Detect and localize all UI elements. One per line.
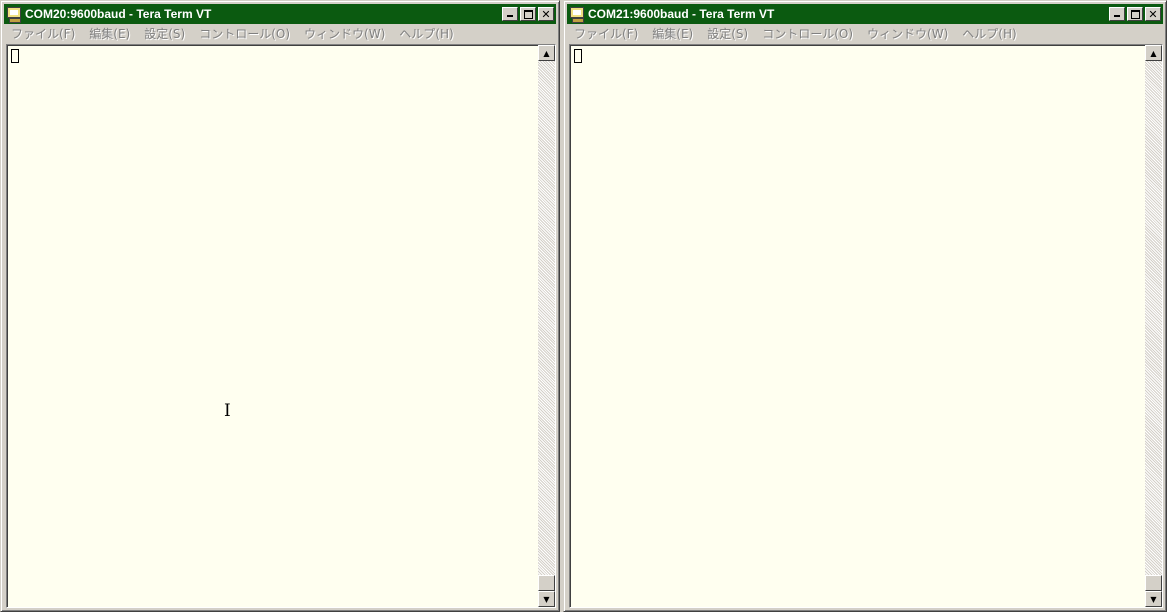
minimize-button[interactable] [1109,7,1125,21]
menu-help[interactable]: ヘルプ(H) [955,25,1023,42]
terminal-cursor [11,49,19,63]
scroll-up-button[interactable]: ▲ [538,45,555,61]
teraterm-icon[interactable] [6,6,22,23]
menu-control[interactable]: コントロール(O) [755,25,860,42]
menu-bar: ファイル(F) 編集(E) 設定(S) コントロール(O) ウィンドウ(W) ヘ… [4,24,556,43]
menu-file[interactable]: ファイル(F) [567,25,645,42]
menu-edit[interactable]: 編集(E) [645,25,700,42]
scroll-up-button[interactable]: ▲ [1145,45,1162,61]
terminal-client: ▲ ▼ [569,44,1163,608]
close-button[interactable]: ✕ [1145,7,1161,21]
vertical-scrollbar[interactable]: ▲ ▼ [1145,45,1162,607]
scroll-down-button[interactable]: ▼ [538,591,555,607]
scroll-up-arrow-icon: ▲ [543,48,550,58]
maximize-button[interactable] [1127,7,1143,21]
window-gap [560,0,563,612]
scroll-thumb[interactable] [538,575,555,591]
menu-setup[interactable]: 設定(S) [137,25,192,42]
scroll-down-button[interactable]: ▼ [1145,591,1162,607]
window-title: COM21:9600baud - Tera Term VT [588,7,775,21]
menu-window[interactable]: ウィンドウ(W) [860,25,955,42]
scroll-down-arrow-icon: ▼ [1150,594,1157,604]
terminal-area[interactable]: I [7,45,538,607]
teraterm-window-com21[interactable]: COM21:9600baud - Tera Term VT ✕ ファイル(F) … [563,0,1167,612]
scroll-thumb[interactable] [1145,575,1162,591]
scroll-up-arrow-icon: ▲ [1150,48,1157,58]
terminal-area[interactable] [570,45,1145,607]
menu-window[interactable]: ウィンドウ(W) [297,25,392,42]
title-bar[interactable]: COM20:9600baud - Tera Term VT ✕ [4,4,556,24]
vertical-scrollbar[interactable]: ▲ ▼ [538,45,555,607]
terminal-client: I ▲ ▼ [6,44,556,608]
close-icon: ✕ [541,7,551,21]
window-title: COM20:9600baud - Tera Term VT [25,7,212,21]
scroll-down-arrow-icon: ▼ [543,594,550,604]
minimize-button[interactable] [502,7,518,21]
close-icon: ✕ [1148,7,1158,21]
menu-control[interactable]: コントロール(O) [192,25,297,42]
teraterm-window-com20[interactable]: COM20:9600baud - Tera Term VT ✕ ファイル(F) … [0,0,560,612]
menu-file[interactable]: ファイル(F) [4,25,82,42]
maximize-button[interactable] [520,7,536,21]
terminal-cursor [574,49,582,63]
close-button[interactable]: ✕ [538,7,554,21]
title-bar[interactable]: COM21:9600baud - Tera Term VT ✕ [567,4,1163,24]
teraterm-icon[interactable] [569,6,585,23]
menu-setup[interactable]: 設定(S) [700,25,755,42]
menu-edit[interactable]: 編集(E) [82,25,137,42]
menu-help[interactable]: ヘルプ(H) [392,25,460,42]
menu-bar: ファイル(F) 編集(E) 設定(S) コントロール(O) ウィンドウ(W) ヘ… [567,24,1163,43]
ibeam-cursor-icon: I [224,401,231,421]
desktop: COM20:9600baud - Tera Term VT ✕ ファイル(F) … [0,0,1167,612]
